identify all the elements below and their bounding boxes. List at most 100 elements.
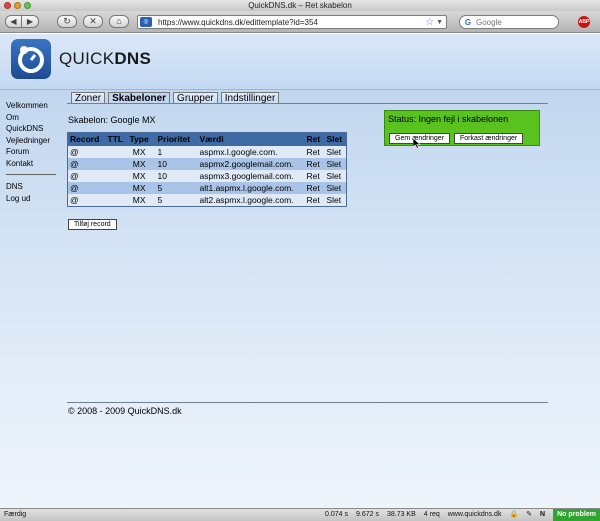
cell-type: MX xyxy=(127,193,156,206)
cell-type: MX xyxy=(127,169,156,182)
sidebar-item-forum[interactable]: Forum xyxy=(6,146,58,158)
cell-value: aspmx.l.google.com. xyxy=(197,145,305,158)
statusbar-right: 0.074 s 9.672 s 38.73 KB 4 req www.quick… xyxy=(317,509,600,521)
close-window-icon[interactable] xyxy=(4,2,11,9)
cell-value: aspmx2.googlemail.com. xyxy=(197,157,305,170)
col-prioritet: Prioritet xyxy=(155,132,198,146)
col-type: Type xyxy=(127,132,156,146)
status-badge[interactable]: No problem xyxy=(553,509,600,521)
browser-statusbar: Færdig 0.074 s 9.672 s 38.73 KB 4 req ww… xyxy=(0,508,600,521)
sidebar-item-kontakt[interactable]: Kontakt xyxy=(6,158,58,170)
search-input[interactable] xyxy=(476,17,546,27)
delete-link[interactable]: Slet xyxy=(324,193,347,206)
cell-record: @ xyxy=(67,181,106,194)
cell-record: @ xyxy=(67,193,106,206)
window-title: QuickDNS.dk – Ret skabelon xyxy=(248,1,352,10)
edit-link[interactable]: Ret xyxy=(304,193,325,206)
col-record: Record xyxy=(67,132,106,146)
addon-icon[interactable]: ✎ xyxy=(526,509,532,521)
window-controls xyxy=(4,2,31,9)
delete-link[interactable]: Slet xyxy=(324,181,347,194)
browser-toolbar: ◀ ▶ ↻ ✕ ⌂ ◎ https://www.quickdns.dk/edit… xyxy=(0,11,600,33)
cell-value: aspmx3.googlemail.com. xyxy=(197,169,305,182)
minimize-window-icon[interactable] xyxy=(14,2,21,9)
url-text[interactable]: https://www.quickdns.dk/edittemplate?id=… xyxy=(158,18,425,27)
request-count: 4 req xyxy=(423,511,440,518)
url-dropdown-icon[interactable]: ▼ xyxy=(436,19,443,26)
noscript-icon[interactable]: N xyxy=(540,509,545,521)
delete-link[interactable]: Slet xyxy=(324,157,347,170)
template-title: Skabelon: Google MX xyxy=(68,115,156,125)
cell-value: alt2.aspmx.l.google.com. xyxy=(197,193,305,206)
cell-ttl xyxy=(105,145,128,158)
footer-divider xyxy=(67,402,548,403)
cell-ttl xyxy=(105,169,128,182)
address-bar[interactable]: ◎ https://www.quickdns.dk/edittemplate?i… xyxy=(137,15,447,29)
cell-priority: 10 xyxy=(155,157,198,170)
adblock-icon[interactable]: ABP xyxy=(578,16,590,28)
delete-link[interactable]: Slet xyxy=(324,169,347,182)
logo-text-light: QUICK xyxy=(59,49,115,68)
edit-link[interactable]: Ret xyxy=(304,169,325,182)
forward-icon[interactable]: ▶ xyxy=(22,15,39,28)
reload-icon[interactable]: ↻ xyxy=(57,15,77,28)
search-engine-icon[interactable]: G xyxy=(460,18,476,27)
back-icon[interactable]: ◀ xyxy=(5,15,22,28)
add-record-button[interactable]: Tilføj record xyxy=(68,219,117,230)
home-icon[interactable]: ⌂ xyxy=(109,15,129,28)
mouse-cursor-icon xyxy=(413,138,421,149)
table-row: @ MX 5 alt1.aspmx.l.google.com. Ret Slet xyxy=(67,181,347,194)
cell-type: MX xyxy=(127,145,156,158)
status-domain: www.quickdns.dk xyxy=(447,511,502,518)
edit-link[interactable]: Ret xyxy=(304,181,325,194)
site-header: QUICKDNS xyxy=(0,34,600,90)
quickdns-logo-icon[interactable] xyxy=(11,39,51,79)
table-row: @ MX 5 alt2.aspmx.l.google.com. Ret Slet xyxy=(67,193,347,206)
cell-ttl xyxy=(105,181,128,194)
cell-type: MX xyxy=(127,157,156,170)
table-row: @ MX 10 aspmx3.googlemail.com. Ret Slet xyxy=(67,169,347,182)
cell-record: @ xyxy=(67,169,106,182)
cell-ttl xyxy=(105,193,128,206)
table-row: @ MX 1 aspmx.l.google.com. Ret Slet xyxy=(67,145,347,158)
cell-value: alt1.aspmx.l.google.com. xyxy=(197,181,305,194)
logo-text-bold: DNS xyxy=(114,49,152,68)
window-titlebar: QuickDNS.dk – Ret skabelon xyxy=(0,0,600,11)
tabs-divider xyxy=(67,103,548,104)
sidebar-item-log-ud[interactable]: Log ud xyxy=(6,193,58,205)
bookmark-star-icon[interactable]: ☆ xyxy=(425,17,434,28)
page-content: QUICKDNS Velkommen Om QuickDNS Vejlednin… xyxy=(0,34,600,508)
cell-record: @ xyxy=(67,157,106,170)
cell-priority: 1 xyxy=(155,145,198,158)
logo-text[interactable]: QUICKDNS xyxy=(59,49,151,69)
edit-link[interactable]: Ret xyxy=(304,157,325,170)
cell-type: MX xyxy=(127,181,156,194)
site-favicon-icon: ◎ xyxy=(140,17,152,27)
col-slet: Slet xyxy=(324,132,347,146)
col-ret: Ret xyxy=(304,132,325,146)
sidebar-item-velkommen[interactable]: Velkommen xyxy=(6,100,58,112)
zoom-window-icon[interactable] xyxy=(24,2,31,9)
cell-priority: 5 xyxy=(155,181,198,194)
nav-buttons: ◀ ▶ xyxy=(5,15,39,28)
page-size: 38.73 KB xyxy=(386,511,416,518)
cell-priority: 5 xyxy=(155,193,198,206)
status-text: Færdig xyxy=(4,511,27,518)
cell-ttl xyxy=(105,157,128,170)
cell-record: @ xyxy=(67,145,106,158)
sidebar-item-dns[interactable]: DNS xyxy=(6,181,58,193)
cell-priority: 10 xyxy=(155,169,198,182)
col-vaerdi: Værdi xyxy=(197,132,305,146)
discard-changes-button[interactable]: Forkast ændringer xyxy=(454,133,524,144)
sidebar-item-om-quickdns[interactable]: Om QuickDNS xyxy=(6,112,58,135)
records-table: Record TTL Type Prioritet Værdi Ret Slet… xyxy=(67,132,347,207)
sidebar: Velkommen Om QuickDNS Vejledninger Forum… xyxy=(6,100,58,204)
sidebar-item-vejledninger[interactable]: Vejledninger xyxy=(6,135,58,147)
footer-copyright: © 2008 - 2009 QuickDNS.dk xyxy=(68,406,182,416)
lock-icon[interactable]: 🔒 xyxy=(509,509,518,521)
stop-icon[interactable]: ✕ xyxy=(83,15,103,28)
search-box[interactable]: G xyxy=(459,15,559,29)
edit-link[interactable]: Ret xyxy=(304,145,325,158)
table-header-row: Record TTL Type Prioritet Værdi Ret Slet xyxy=(67,132,347,146)
delete-link[interactable]: Slet xyxy=(324,145,347,158)
